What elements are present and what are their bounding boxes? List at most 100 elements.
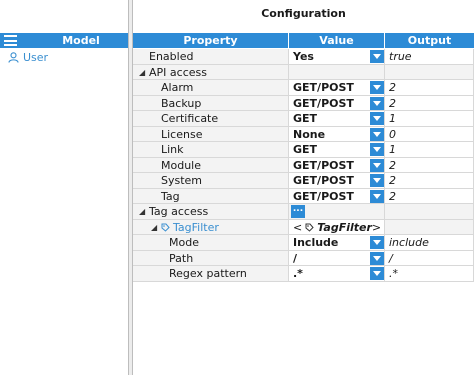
output-cell — [385, 64, 474, 80]
output-cell: 2 — [385, 157, 474, 173]
column-header-output: Output — [385, 33, 474, 48]
property-cell: Certificate — [133, 111, 289, 127]
value-cell: < TagFilter> — [289, 219, 385, 235]
value-cell[interactable]: Include — [289, 235, 385, 251]
output-cell: .* — [385, 266, 474, 282]
dropdown-arrow-icon[interactable] — [370, 50, 384, 63]
value-text[interactable]: GET/POST — [293, 159, 354, 172]
more-options-button[interactable]: ... — [291, 205, 305, 218]
property-row: ◢ Tag access... — [133, 204, 474, 220]
property-row: Regex pattern .* .* — [133, 266, 474, 282]
model-item-user[interactable]: User — [8, 51, 48, 64]
output-cell: / — [385, 250, 474, 266]
dropdown-arrow-icon[interactable] — [370, 112, 384, 125]
dropdown-arrow-icon[interactable] — [370, 174, 384, 187]
property-label: Tag access — [149, 205, 209, 218]
value-cell[interactable]: GET/POST — [289, 95, 385, 111]
property-cell: ◢ Tag access — [133, 204, 289, 220]
property-cell: ◢ TagFilter — [133, 219, 289, 235]
dropdown-arrow-icon[interactable] — [370, 81, 384, 94]
property-label: Certificate — [161, 112, 219, 125]
value-cell[interactable]: GET — [289, 142, 385, 158]
property-label: TagFilter — [161, 220, 219, 235]
column-header-value: Value — [289, 33, 385, 48]
output-cell — [385, 204, 474, 220]
property-label: Enabled — [149, 50, 194, 63]
value-text[interactable]: .* — [293, 267, 303, 280]
value-text[interactable]: GET/POST — [293, 190, 354, 203]
property-row: ◢ TagFilter < TagFilter> — [133, 219, 474, 235]
property-label: Alarm — [161, 81, 194, 94]
property-row: Certificate GET 1 — [133, 111, 474, 127]
property-row: Module GET/POST 2 — [133, 157, 474, 173]
property-cell: License — [133, 126, 289, 142]
value-text[interactable]: Yes — [293, 50, 314, 63]
value-type-name: TagFilter — [317, 220, 372, 234]
property-label: Backup — [161, 96, 202, 110]
model-header-title: Model — [62, 34, 100, 47]
value-text[interactable]: GET — [293, 112, 317, 125]
collapse-arrow-icon[interactable]: ◢ — [139, 204, 145, 219]
value-prefix: < — [293, 220, 303, 234]
dropdown-arrow-icon[interactable] — [370, 189, 384, 203]
property-row: Link GET 1 — [133, 142, 474, 158]
property-cell: Mode — [133, 235, 289, 251]
value-text[interactable]: / — [293, 252, 297, 265]
value-cell[interactable]: GET/POST — [289, 80, 385, 96]
model-header: Model — [0, 33, 128, 48]
configuration-panel: Configuration Property Value Output Enab… — [133, 0, 474, 375]
output-cell: 2 — [385, 173, 474, 189]
property-row: Mode Include include — [133, 235, 474, 251]
value-cell[interactable]: .* — [289, 266, 385, 282]
tag-icon — [305, 223, 314, 232]
value-cell[interactable]: / — [289, 250, 385, 266]
property-label: Link — [161, 143, 184, 156]
value-cell[interactable]: GET/POST — [289, 157, 385, 173]
collapse-arrow-icon[interactable]: ◢ — [139, 65, 145, 80]
dropdown-arrow-icon[interactable] — [370, 96, 384, 110]
value-cell[interactable]: GET/POST — [289, 188, 385, 204]
dropdown-arrow-icon[interactable] — [370, 127, 384, 141]
tag-icon — [161, 223, 170, 232]
output-cell: 2 — [385, 80, 474, 96]
property-label: Path — [169, 251, 194, 265]
value-text[interactable]: Include — [293, 236, 338, 249]
property-cell: Alarm — [133, 80, 289, 96]
dropdown-arrow-icon[interactable] — [370, 251, 384, 265]
property-cell: Backup — [133, 95, 289, 111]
dropdown-arrow-icon[interactable] — [370, 143, 384, 156]
collapse-arrow-icon[interactable]: ◢ — [151, 220, 157, 235]
dropdown-arrow-icon[interactable] — [370, 236, 384, 249]
property-cell: System — [133, 173, 289, 189]
value-cell: ... — [289, 204, 385, 220]
value-cell[interactable]: None — [289, 126, 385, 142]
value-text[interactable]: GET/POST — [293, 174, 354, 187]
property-row: License None 0 — [133, 126, 474, 142]
property-cell: Link — [133, 142, 289, 158]
output-cell: true — [385, 49, 474, 65]
model-item-label: User — [23, 51, 49, 64]
property-cell: Regex pattern — [133, 266, 289, 282]
value-cell — [289, 64, 385, 80]
value-text[interactable]: GET/POST — [293, 97, 354, 110]
property-row: Alarm GET/POST 2 — [133, 80, 474, 96]
property-label: Tag — [161, 189, 180, 203]
value-cell[interactable]: Yes — [289, 49, 385, 65]
property-row: ◢ API access — [133, 64, 474, 80]
column-header-property: Property — [133, 33, 289, 48]
output-cell: 1 — [385, 142, 474, 158]
value-text[interactable]: None — [293, 128, 325, 141]
property-row: System GET/POST 2 — [133, 173, 474, 189]
property-cell: Path — [133, 250, 289, 266]
property-label: License — [161, 127, 203, 141]
property-row: Path / / — [133, 250, 474, 266]
dropdown-arrow-icon[interactable] — [370, 267, 384, 280]
value-text[interactable]: GET — [293, 143, 317, 156]
value-cell[interactable]: GET/POST — [289, 173, 385, 189]
property-label: API access — [149, 65, 207, 79]
property-row: Enabled Yes true — [133, 49, 474, 65]
value-cell[interactable]: GET — [289, 111, 385, 127]
value-text[interactable]: GET/POST — [293, 81, 354, 94]
property-cell: Module — [133, 157, 289, 173]
dropdown-arrow-icon[interactable] — [370, 158, 384, 172]
